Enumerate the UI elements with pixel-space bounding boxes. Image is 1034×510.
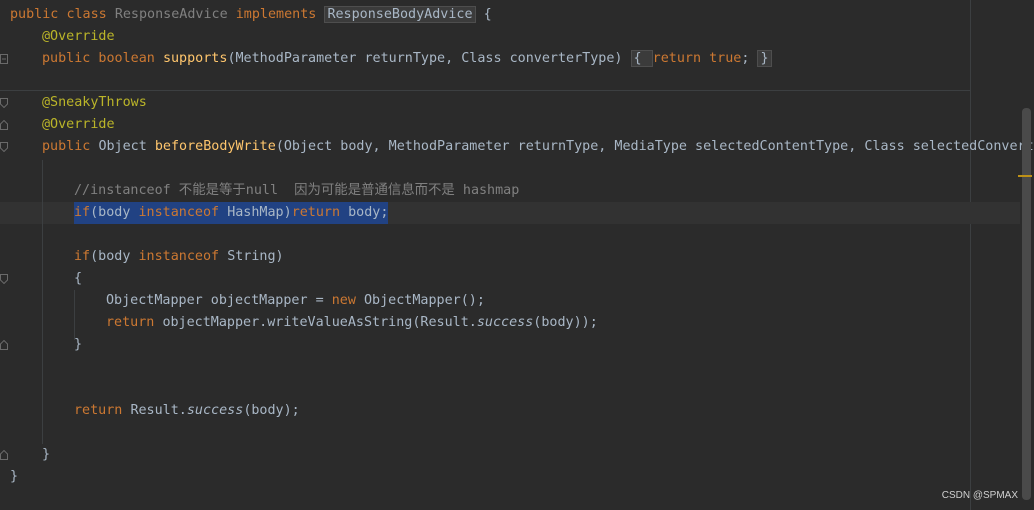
code-line-3[interactable]: public boolean supports(MethodParameter …	[0, 48, 1034, 70]
code-token: (body	[90, 249, 139, 264]
line-content: {	[74, 268, 82, 290]
code-token: {	[630, 50, 653, 67]
line-content: //instanceof 不能是等于null 因为可能是普通信息而不是 hash…	[74, 180, 519, 202]
code-token: HashMap)	[227, 205, 292, 220]
line-content: public class ResponseAdvice implements R…	[10, 4, 492, 26]
fold-icon[interactable]	[0, 340, 8, 350]
fold-icon[interactable]	[0, 142, 8, 152]
code-token: beforeBodyWrite	[154, 139, 276, 154]
code-token: implements	[235, 7, 325, 22]
code-line-14[interactable]: return Result.success(body);	[0, 400, 1034, 422]
code-token: (body));	[533, 315, 598, 330]
code-token: success	[476, 315, 534, 330]
code-token: @Override	[42, 117, 115, 132]
code-line-10[interactable]: {	[0, 268, 1034, 290]
code-token: public	[10, 7, 67, 22]
line-content: return Result.success(body);	[74, 400, 300, 422]
code-token: }	[42, 447, 51, 462]
code-token: {	[74, 271, 83, 286]
code-token: (body	[90, 205, 139, 220]
code-line-9[interactable]: if(body instanceof String)	[0, 246, 1034, 268]
code-line-11[interactable]: ObjectMapper objectMapper = new ObjectMa…	[0, 290, 1034, 312]
fold-icon[interactable]	[0, 120, 8, 130]
code-token: {	[475, 7, 492, 22]
code-line-6[interactable]: public Object beforeBodyWrite(Object bod…	[0, 136, 1034, 158]
code-token: (Object body, MethodParameter returnType…	[275, 139, 1034, 154]
line-content: @SneakyThrows	[42, 92, 147, 114]
line-content: @Override	[42, 26, 115, 48]
code-token: objectMapper.writeValueAsString(Result.	[162, 315, 477, 330]
code-token: success	[186, 403, 244, 418]
line-content: ObjectMapper objectMapper = new ObjectMa…	[106, 290, 485, 312]
code-line-5[interactable]: @Override	[0, 114, 1034, 136]
code-token: //instanceof 不能是等于null 因为可能是普通信息而不是 hash…	[74, 183, 520, 198]
code-line-12[interactable]: return objectMapper.writeValueAsString(R…	[0, 312, 1034, 334]
code-line-13[interactable]: }	[0, 334, 1034, 356]
code-token: supports	[162, 51, 228, 66]
code-token: ;	[741, 51, 758, 66]
code-line-8[interactable]: if(body instanceof HashMap)return body;	[0, 202, 1034, 224]
warning-marker[interactable]	[1018, 175, 1032, 177]
code-token: @SneakyThrows	[42, 95, 147, 110]
code-token: ObjectMapper objectMapper =	[106, 293, 332, 308]
code-token: return	[106, 315, 163, 330]
code-token: }	[74, 337, 83, 352]
line-content: }	[74, 334, 82, 356]
code-token: (body);	[243, 403, 300, 418]
code-line-7[interactable]: //instanceof 不能是等于null 因为可能是普通信息而不是 hash…	[0, 180, 1034, 202]
code-line-15[interactable]: }	[0, 444, 1034, 466]
code-token: if	[74, 205, 91, 220]
code-token: body;	[348, 205, 389, 220]
fold-icon[interactable]	[0, 54, 8, 64]
code-editor[interactable]: public class ResponseAdvice implements R…	[0, 0, 1034, 510]
code-token: instanceof	[138, 205, 228, 220]
code-line-2[interactable]: @Override	[0, 26, 1034, 48]
line-content: }	[10, 466, 18, 488]
code-token: }	[10, 469, 19, 484]
code-token: Object	[98, 139, 155, 154]
code-token: }	[757, 50, 772, 67]
code-token: String)	[227, 249, 284, 264]
line-content: return objectMapper.writeValueAsString(R…	[106, 312, 598, 334]
code-token: ResponseBodyAdvice	[324, 6, 476, 23]
code-token: return	[74, 403, 131, 418]
code-token: return	[291, 205, 349, 220]
code-token: public	[42, 139, 99, 154]
line-content: public boolean supports(MethodParameter …	[42, 48, 772, 70]
code-token: public boolean	[42, 51, 163, 66]
code-token: (MethodParameter returnType, Class conve…	[227, 51, 631, 66]
code-line-1[interactable]: public class ResponseAdvice implements R…	[0, 4, 1034, 26]
code-line-16[interactable]: }	[0, 466, 1034, 488]
code-token: new	[331, 293, 364, 308]
line-content: public Object beforeBodyWrite(Object bod…	[42, 136, 1034, 158]
watermark: CSDN @SPMAX	[941, 490, 1018, 501]
line-content: }	[42, 444, 50, 466]
fold-icon[interactable]	[0, 274, 8, 284]
line-content: if(body instanceof String)	[74, 246, 284, 268]
vertical-scrollbar[interactable]	[1022, 108, 1031, 500]
fold-icon[interactable]	[0, 450, 8, 460]
code-token: @Override	[42, 29, 115, 44]
code-token: return true	[652, 51, 742, 66]
code-token: Result.	[130, 403, 187, 418]
fold-icon[interactable]	[0, 98, 8, 108]
code-token: ObjectMapper();	[363, 293, 485, 308]
code-token: class	[66, 7, 115, 22]
line-content: @Override	[42, 114, 115, 136]
method-separator	[0, 90, 970, 91]
code-line-4[interactable]: @SneakyThrows	[0, 92, 1034, 114]
code-token: instanceof	[138, 249, 228, 264]
code-token: ResponseAdvice	[114, 7, 236, 22]
code-token: if	[74, 249, 91, 264]
selected-text[interactable]: if(body instanceof HashMap)return body;	[74, 202, 389, 224]
